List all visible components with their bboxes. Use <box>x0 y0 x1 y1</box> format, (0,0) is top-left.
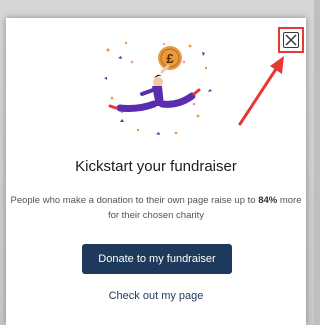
close-icon <box>283 32 299 48</box>
modal-title: Kickstart your fundraiser <box>75 158 237 175</box>
close-button[interactable] <box>278 27 304 53</box>
donate-button[interactable]: Donate to my fundraiser <box>82 244 232 274</box>
svg-text:£: £ <box>166 51 174 66</box>
annotation-arrow-icon <box>238 56 284 126</box>
modal-description: People who make a donation to their own … <box>10 195 302 221</box>
check-out-page-link[interactable]: Check out my page <box>6 290 306 302</box>
fundraiser-illustration: £ <box>104 41 212 135</box>
